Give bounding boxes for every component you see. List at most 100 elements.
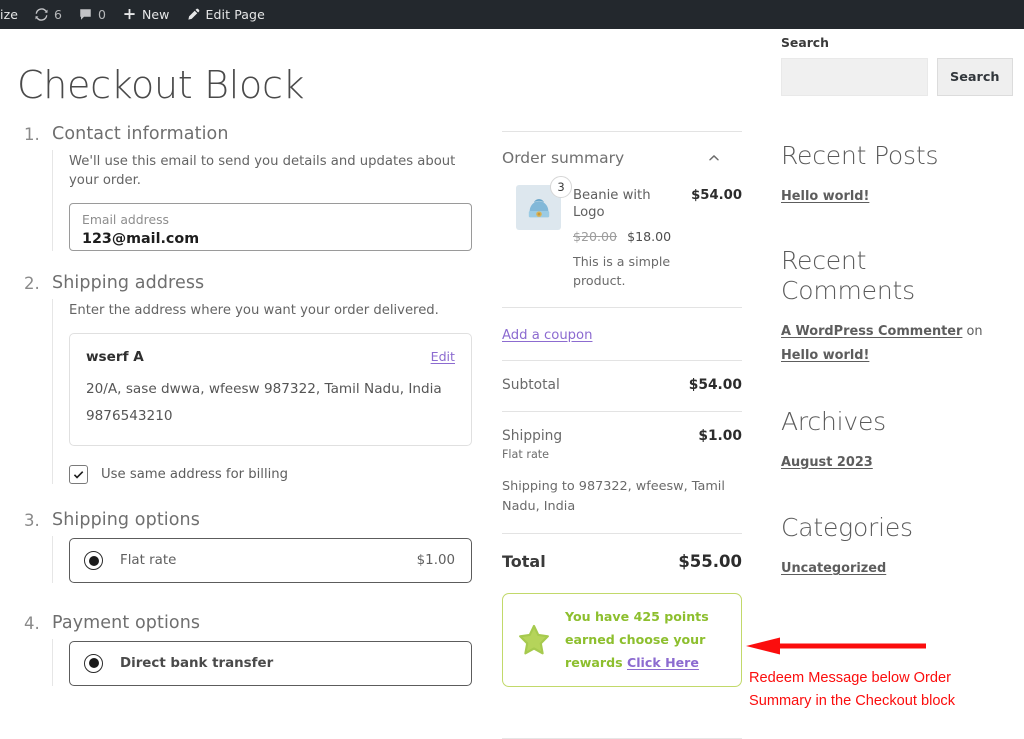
total-row: Total $55.00 — [502, 534, 742, 591]
page-content: Checkout Block 1. Contact information We… — [0, 29, 1024, 739]
address-line-1: 20/A, sase dwwa, wfeesw 987322, Tamil Na… — [86, 381, 442, 398]
order-summary-header[interactable]: Order summary — [502, 132, 742, 181]
shipping-value: $1.00 — [698, 428, 742, 445]
adminbar-new[interactable]: New — [114, 0, 178, 29]
shipping-destination: Shipping to 987322, wfeesw, Tamil Nadu, … — [502, 479, 725, 514]
update-icon — [34, 7, 49, 22]
rewards-click-here-link[interactable]: Click Here — [627, 655, 699, 670]
adminbar-updates-count: 6 — [54, 7, 62, 22]
recent-post-link[interactable]: Hello world! — [781, 189, 869, 204]
annotation-line-1: Redeem Message below Order — [749, 670, 951, 686]
payment-option-label: Direct bank transfer — [120, 655, 274, 671]
rewards-text: You have 425 points earned choose your r… — [565, 605, 727, 675]
checkout-form: 1. Contact information We'll use this em… — [17, 124, 472, 708]
product-thumbnail-wrap: 3 — [516, 176, 572, 291]
shipping-option-price: $1.00 — [416, 553, 455, 569]
adminbar-new-label: New — [141, 7, 170, 22]
email-input[interactable] — [82, 228, 459, 249]
step-title: Payment options — [52, 613, 201, 634]
recent-posts-heading: Recent Posts — [781, 141, 939, 170]
comment-post-link[interactable]: Hello world! — [781, 348, 869, 363]
radio-direct-bank-transfer[interactable] — [84, 653, 103, 673]
subtotal-label: Subtotal — [502, 377, 560, 394]
chevron-up-icon[interactable] — [706, 150, 722, 166]
adminbar-edit-page-label: Edit Page — [205, 7, 265, 22]
recent-posts-widget: Recent Posts Hello world! — [781, 141, 1007, 210]
left-arrow-annotation — [744, 636, 926, 656]
edit-address-link[interactable]: Edit — [431, 349, 455, 364]
comment-author-link[interactable]: A WordPress Commenter — [781, 324, 962, 339]
recent-posts-list: Hello world! — [781, 185, 1007, 210]
pencil-icon — [186, 7, 201, 22]
step-shipping-address: 2. Shipping address Enter the address wh… — [17, 273, 472, 485]
shipping-method-name: Flat rate — [502, 448, 550, 462]
step-number: 2. — [24, 274, 40, 294]
subtotal-row: Subtotal $54.00 — [502, 361, 742, 397]
product-info: Beanie with Logo $54.00 $20.00 $18.00 Th… — [573, 185, 742, 291]
step-title: Shipping options — [52, 510, 200, 531]
annotation-text: Redeem Message below Order Summary in th… — [749, 667, 1019, 712]
archives-widget: Archives August 2023 — [781, 407, 1007, 476]
step-body: Direct bank transfer — [52, 638, 472, 686]
payment-option-direct-bank-transfer[interactable]: Direct bank transfer — [69, 640, 472, 686]
product-price-original: $20.00 — [573, 229, 618, 245]
recent-comments-widget: Recent Comments A WordPress Commenter on… — [781, 246, 1007, 369]
adminbar-comments-count: 0 — [97, 7, 106, 22]
radio-flat-rate[interactable] — [84, 551, 103, 571]
shipping-label: Shipping — [502, 428, 563, 445]
step-description: We'll use this email to send you details… — [69, 153, 456, 189]
product-prices: $20.00 $18.00 — [573, 229, 742, 244]
step-shipping-options: 3. Shipping options Flat rate $1.00 — [17, 510, 472, 584]
adminbar-customize[interactable]: ize — [0, 0, 26, 29]
category-link[interactable]: Uncategorized — [781, 561, 886, 576]
step-title: Shipping address — [52, 273, 205, 294]
adminbar-customize-label: ize — [0, 7, 19, 22]
search-button[interactable]: Search — [937, 58, 1013, 96]
step-description: Enter the address where you want your or… — [69, 303, 439, 319]
step-body: Flat rate $1.00 — [52, 536, 472, 584]
use-same-address-label: Use same address for billing — [101, 467, 289, 483]
email-field-label: Email address — [82, 212, 169, 228]
star-icon — [515, 621, 553, 659]
order-summary-title: Order summary — [502, 149, 625, 167]
categories-widget: Categories Uncategorized — [781, 513, 1007, 582]
step-number: 3. — [24, 511, 40, 531]
search-input[interactable] — [781, 58, 928, 96]
annotation-line-2: Summary in the Checkout block — [749, 692, 956, 709]
use-same-address-row[interactable]: Use same address for billing — [69, 465, 472, 485]
search-label: Search — [781, 35, 829, 50]
page-title: Checkout Block — [17, 63, 305, 108]
step-payment-options: 4. Payment options Direct bank transfer — [17, 613, 472, 686]
wp-admin-bar: ize 6 0 New Edit Page — [0, 0, 1024, 29]
search-widget: Search Search — [781, 35, 1013, 96]
adminbar-comments[interactable]: 0 — [70, 0, 114, 29]
comment-icon — [78, 7, 93, 22]
categories-heading: Categories — [781, 513, 913, 543]
categories-list: Uncategorized — [781, 557, 1007, 582]
email-field[interactable]: Email address — [69, 203, 472, 252]
product-price-sale: $18.00 — [627, 229, 672, 245]
product-quantity-badge: 3 — [550, 176, 572, 198]
step-contact-information: 1. Contact information We'll use this em… — [17, 124, 472, 252]
product-name: Beanie with Logo — [573, 188, 651, 221]
adminbar-edit-page[interactable]: Edit Page — [178, 0, 273, 29]
shipping-row: Shipping $1.00 — [502, 412, 742, 448]
total-value: $55.00 — [678, 551, 742, 571]
product-description: This is a simple product. — [573, 254, 671, 289]
order-line-item: 3 Beanie with Logo $54.00 $20.00 $18.00 … — [502, 176, 742, 307]
add-a-coupon-link[interactable]: Add a coupon — [502, 328, 592, 343]
address-name: wserf A — [86, 349, 144, 366]
shipping-address-card: Edit wserf A 20/A, sase dwwa, wfeesw 987… — [69, 333, 472, 447]
adminbar-updates[interactable]: 6 — [26, 0, 70, 29]
comment-connector: on — [962, 323, 983, 339]
use-same-address-checkbox[interactable] — [69, 465, 88, 485]
archives-heading: Archives — [781, 406, 886, 436]
shipping-option-flat-rate[interactable]: Flat rate $1.00 — [69, 538, 472, 584]
sidebar: Search Search Recent Posts Hello world! … — [781, 35, 1013, 582]
step-number: 1. — [24, 125, 40, 144]
product-line-total: $54.00 — [691, 188, 742, 203]
archive-link[interactable]: August 2023 — [781, 455, 873, 470]
step-body: We'll use this email to send you details… — [52, 149, 472, 252]
recent-comment-item: A WordPress Commenter on Hello world! — [781, 320, 1007, 369]
shipping-option-label: Flat rate — [120, 553, 177, 569]
